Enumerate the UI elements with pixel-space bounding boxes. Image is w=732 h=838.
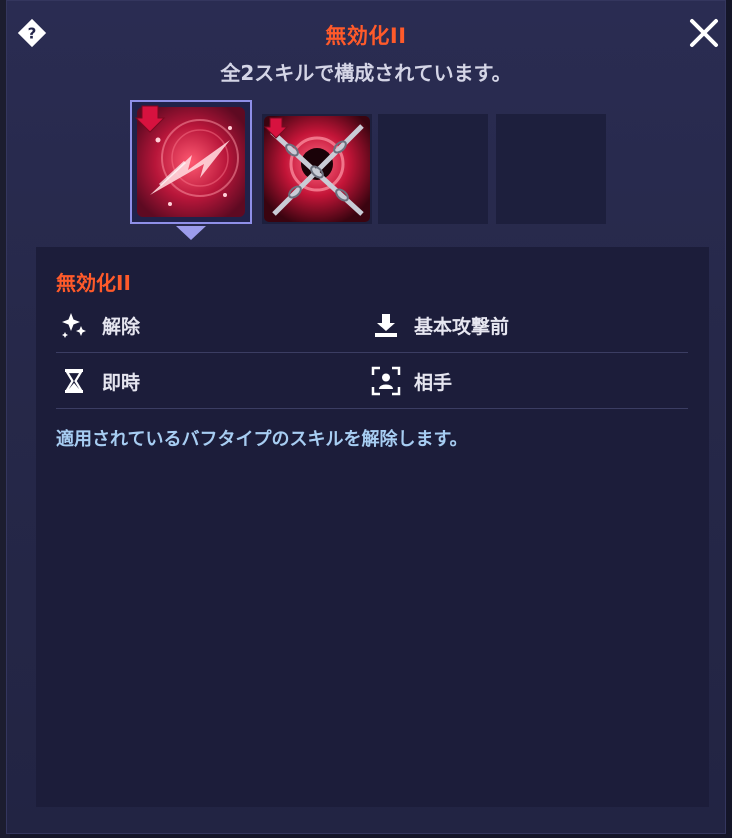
attribute-target: 相手 [370,353,452,409]
row-divider [56,408,688,409]
hourglass-icon [65,369,83,393]
attribute-timing: 基本攻撃前 [370,297,509,353]
attribute-target-label: 相手 [414,371,453,394]
skill-slot-1[interactable] [130,100,252,224]
sparkle-dispel-icon [62,313,86,338]
attribute-duration-label: 即時 [102,371,141,394]
skill-slot-4-empty [496,114,606,224]
red-slash-skill-icon [134,105,245,217]
skill-description: 適用されているバフタイプのスキルを解除します。 [56,429,468,450]
selection-pointer-icon [176,226,206,240]
red-chain-skill-icon [263,116,370,222]
skill-count-subtitle: 全2スキルで構成されています。 [220,61,512,85]
skill-detail-name: 無効化II [56,271,131,295]
skill-slot-2[interactable] [262,114,372,224]
pre-attack-download-icon [375,314,397,337]
attribute-row-2: 即時 相手 [56,353,688,409]
skill-slot-3-empty [378,114,488,224]
skill-set-title: 無効化II [325,24,407,48]
attribute-effect-label: 解除 [102,315,141,338]
attribute-row-1: 解除 基本攻撃前 [56,297,688,353]
attribute-timing-label: 基本攻撃前 [414,315,510,338]
attribute-effect: 解除 [58,297,140,353]
target-person-icon [371,366,401,396]
skill-detail-card: 無効化II 解除 基本攻撃前 即時 相手 適用されているバフタイプのスキルを解除… [36,247,709,807]
attribute-duration: 即時 [58,353,140,409]
